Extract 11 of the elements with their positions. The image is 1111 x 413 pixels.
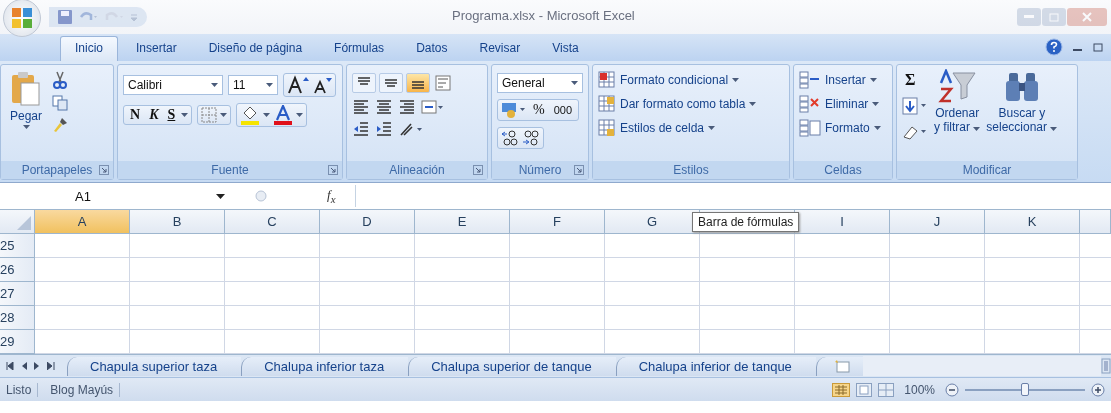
group-label: Número	[518, 163, 562, 177]
status-text: Listo	[0, 382, 39, 397]
group-label: Modificar	[962, 163, 1012, 177]
window-title: Programa.xlsx - Microsoft Excel	[452, 8, 635, 23]
group-label: Fuente	[211, 163, 249, 177]
group-label: Celdas	[824, 163, 862, 177]
tooltip: Barra de fórmulas	[692, 212, 800, 232]
group-label: Portapapeles	[21, 163, 93, 177]
status-text: Blog Mayús	[44, 382, 121, 397]
group-label: Alineación	[389, 163, 445, 177]
group-label: Estilos	[673, 163, 709, 177]
